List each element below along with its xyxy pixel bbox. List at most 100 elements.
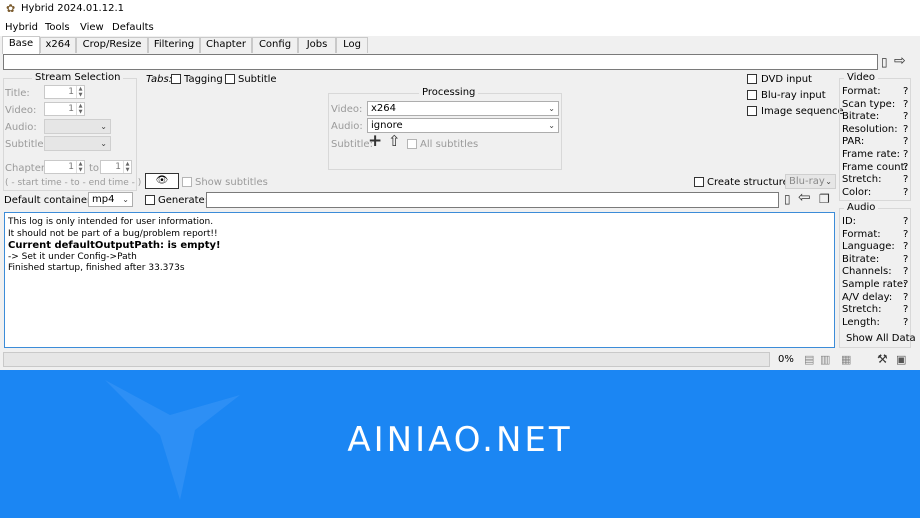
audio-info-value: ? bbox=[903, 304, 909, 316]
all-subtitles-checkbox[interactable] bbox=[407, 139, 417, 149]
video-info-title: Video bbox=[844, 72, 879, 83]
stack-icon[interactable]: ❐ bbox=[819, 193, 830, 205]
title-bar: ✿ Hybrid 2024.01.12.1 bbox=[0, 0, 920, 20]
audio-info-label: Bitrate: bbox=[842, 253, 880, 265]
spin-arrows-icon[interactable]: ▲ ▼ bbox=[76, 161, 84, 173]
audio-info-value: ? bbox=[903, 228, 909, 240]
video-info-value: ? bbox=[903, 86, 909, 97]
video-info-label: Format: bbox=[842, 86, 881, 97]
subtitle-tab-checkbox[interactable] bbox=[225, 74, 235, 84]
chevron-down-icon: ⌄ bbox=[100, 139, 107, 148]
tagging-label: Tagging bbox=[184, 74, 223, 85]
show-subtitles-checkbox[interactable] bbox=[182, 177, 192, 187]
structure-select[interactable]: Blu-ray ⌄ bbox=[785, 174, 836, 189]
audio-info-title: Audio bbox=[844, 202, 879, 213]
audio-info-label: Format: bbox=[842, 228, 881, 240]
bluray-input-label: Blu-ray input bbox=[761, 90, 826, 101]
dvd-input-checkbox[interactable] bbox=[747, 74, 757, 84]
generate-checkbox[interactable] bbox=[145, 195, 155, 205]
title-spinbox[interactable]: 1 ▲ ▼ bbox=[44, 85, 85, 99]
tab-x264[interactable]: x264 bbox=[40, 37, 76, 53]
video-info-label: PAR: bbox=[842, 136, 865, 148]
arrow-right-icon[interactable]: ⇨ bbox=[894, 54, 906, 68]
video-info-value: ? bbox=[903, 186, 909, 198]
subtitle-stream-select[interactable]: ⌄ bbox=[44, 136, 111, 151]
audio-info-label: Language: bbox=[842, 241, 895, 253]
audio-info-label: Sample rate: bbox=[842, 279, 907, 290]
container-select[interactable]: mp4 ⌄ bbox=[88, 192, 133, 207]
tab-config[interactable]: Config bbox=[252, 37, 298, 53]
title-label: Title: bbox=[5, 88, 30, 99]
processing-video-label: Video: bbox=[331, 104, 363, 115]
audio-info-value: ? bbox=[903, 216, 909, 227]
time-range-hint: ( - start time - to - end time - ) bbox=[5, 178, 142, 188]
tabs-label: Tabs: bbox=[146, 74, 173, 85]
tab-log[interactable]: Log bbox=[336, 37, 368, 53]
video-spinbox[interactable]: 1 ▲ ▼ bbox=[44, 102, 85, 116]
video-info-value: ? bbox=[903, 111, 909, 123]
video-encoder-value: x264 bbox=[371, 103, 397, 114]
tab-chapter[interactable]: Chapter bbox=[200, 37, 252, 53]
audio-info-value: ? bbox=[903, 253, 909, 265]
preview-eye-icon[interactable]: 👁 bbox=[145, 173, 179, 189]
progress-bar bbox=[3, 352, 770, 367]
audio-stream-select[interactable]: ⌄ bbox=[44, 119, 111, 134]
add-job-icon[interactable]: ▤ bbox=[804, 354, 814, 366]
processing-subtitle-label: Subtitle: bbox=[331, 139, 373, 150]
video-info-label: Stretch: bbox=[842, 174, 882, 186]
structure-value: Blu-ray bbox=[789, 176, 825, 187]
menu-tools[interactable]: Tools bbox=[45, 22, 70, 33]
spin-arrows-icon[interactable]: ▲ ▼ bbox=[123, 161, 131, 173]
tab-jobs[interactable]: Jobs bbox=[298, 37, 336, 53]
audio-label: Audio: bbox=[5, 122, 37, 133]
video-label: Video: bbox=[5, 105, 37, 116]
processing-title: Processing bbox=[419, 87, 479, 98]
log-line: Finished startup, finished after 33.373s bbox=[8, 263, 185, 273]
open-folder-icon[interactable]: ▯ bbox=[784, 193, 791, 205]
video-info-value: ? bbox=[903, 174, 909, 186]
arrow-up-icon[interactable]: ⇧ bbox=[388, 134, 401, 149]
image-sequence-checkbox[interactable] bbox=[747, 106, 757, 116]
create-structure-checkbox[interactable] bbox=[694, 177, 704, 187]
tagging-checkbox[interactable] bbox=[171, 74, 181, 84]
menu-hybrid[interactable]: Hybrid bbox=[5, 22, 38, 33]
tab-filtering[interactable]: Filtering bbox=[148, 37, 200, 53]
spin-arrows-icon[interactable]: ▲ ▼ bbox=[76, 86, 84, 98]
video-info-value: ? bbox=[903, 98, 909, 110]
output-path-field[interactable] bbox=[206, 192, 779, 208]
add-title-icon[interactable]: ▦ bbox=[841, 354, 851, 366]
video-info-label: Color: bbox=[842, 186, 872, 198]
audio-processing-value: ignore bbox=[371, 120, 403, 131]
audio-info-value: ? bbox=[903, 316, 909, 328]
video-info-label: Resolution: bbox=[842, 123, 898, 135]
chapter-from-spinbox[interactable]: 1 ▲ ▼ bbox=[44, 160, 85, 174]
chevron-down-icon: ⌄ bbox=[548, 121, 555, 130]
bluray-input-checkbox[interactable] bbox=[747, 90, 757, 100]
menu-defaults[interactable]: Defaults bbox=[112, 22, 154, 33]
menu-bar: Hybrid Tools View Defaults bbox=[0, 20, 920, 36]
arrow-left-icon[interactable]: ⇦ bbox=[798, 190, 811, 205]
audio-info-label: A/V delay: bbox=[842, 291, 893, 303]
worker-icon[interactable]: ⚒ bbox=[877, 353, 888, 365]
video-encoder-select[interactable]: x264 ⌄ bbox=[367, 101, 559, 116]
video-info-label: Frame count: bbox=[842, 161, 908, 173]
show-all-data-button[interactable]: Show All Data bbox=[846, 333, 916, 344]
chapter-to-spinbox[interactable]: 1 ▲ ▼ bbox=[100, 160, 132, 174]
audio-processing-select[interactable]: ignore ⌄ bbox=[367, 118, 559, 133]
open-file-icon[interactable]: ▯ bbox=[881, 56, 888, 68]
tab-base[interactable]: Base bbox=[2, 36, 40, 54]
subtitle-tab-label: Subtitle bbox=[238, 74, 277, 85]
tab-crop-resize[interactable]: Crop/Resize bbox=[76, 37, 148, 53]
input-path-field[interactable] bbox=[3, 54, 878, 70]
menu-view[interactable]: View bbox=[80, 22, 104, 33]
chevron-down-icon: ⌄ bbox=[825, 177, 832, 186]
audio-info-label: Length: bbox=[842, 316, 880, 328]
audio-info-label: ID: bbox=[842, 216, 857, 227]
log-line: Current defaultOutputPath: is empty! bbox=[8, 240, 221, 251]
add-icon[interactable]: + bbox=[368, 133, 382, 150]
log-panel[interactable]: This log is only intended for user infor… bbox=[4, 212, 835, 348]
all-subtitles-label: All subtitles bbox=[420, 139, 479, 150]
batch-icon[interactable]: ▣ bbox=[896, 354, 906, 366]
queue-icon[interactable]: ▥ bbox=[820, 354, 830, 366]
spin-arrows-icon[interactable]: ▲ ▼ bbox=[76, 103, 84, 115]
